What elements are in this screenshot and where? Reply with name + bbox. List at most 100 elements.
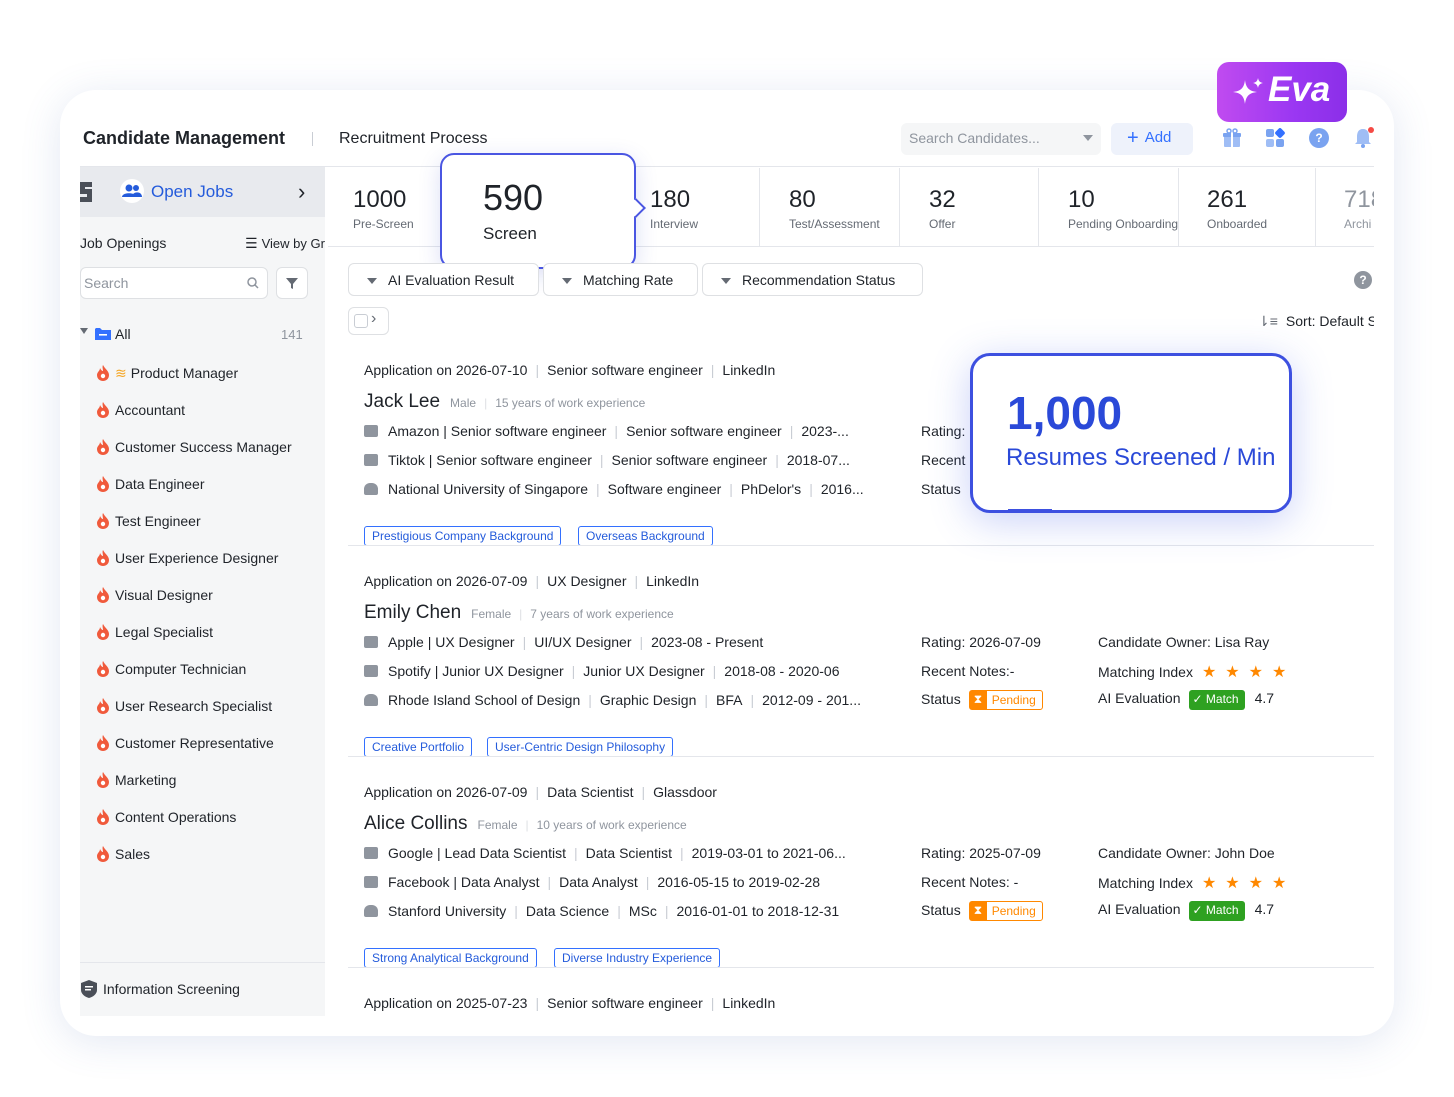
graduation-cap-icon: [364, 905, 378, 917]
flame-icon: [97, 513, 109, 529]
add-button-label: Add: [1144, 129, 1172, 146]
application-meta: Application on 2025-07-23 | Senior softwar…: [364, 995, 776, 1011]
eva-assistant-badge[interactable]: Eva: [1217, 62, 1347, 122]
job-item-label: Sales: [115, 846, 151, 862]
bulk-select-checkbox[interactable]: ›: [348, 307, 389, 335]
history-text: Rhode Island School of Design: [388, 692, 581, 708]
add-button[interactable]: + Add: [1111, 123, 1193, 155]
plus-icon: +: [1127, 127, 1139, 149]
search-candidates-input[interactable]: Search Candidates...: [901, 123, 1101, 155]
application-position: UX Designer: [547, 573, 627, 589]
briefcase-icon: [364, 876, 378, 888]
chevron-down-icon: [1083, 135, 1093, 141]
svg-text:?: ?: [1315, 131, 1322, 145]
pending-badge: ⧗ Pending: [968, 690, 1043, 710]
candidate-tag[interactable]: Creative Portfolio: [364, 737, 473, 757]
briefcase-icon: [364, 636, 378, 648]
stage-divider: [899, 168, 900, 246]
list-icon: ☰: [245, 235, 258, 251]
apps-icon[interactable]: [1264, 127, 1286, 149]
resumes-screened-callout: 1,000 Resumes Screened / Min: [970, 353, 1292, 513]
candidate-tag[interactable]: User-Centric Design Philosophy: [487, 737, 674, 757]
screening-icon: [81, 980, 97, 998]
bell-icon[interactable]: [1352, 127, 1374, 149]
status-field: Status: [921, 481, 961, 497]
application-meta: Application on 2026-07-10 | Senior softwar…: [364, 362, 776, 378]
filter-button[interactable]: [276, 267, 308, 299]
candidate-name[interactable]: Alice Collins: [364, 813, 467, 834]
chevron-right-icon[interactable]: ›: [298, 179, 305, 205]
history-text: Data Analyst: [559, 874, 638, 890]
caret-down-icon: [367, 278, 377, 284]
star-icon: ★: [1225, 664, 1240, 681]
match-badge-label: Match: [1205, 692, 1239, 706]
flame-icon: [97, 402, 109, 418]
gift-icon[interactable]: [1221, 127, 1243, 149]
history-text: Spotify | Junior UX Designer: [388, 663, 564, 679]
candidate-name-row: Alice Collins Female | 10 years of work exp…: [364, 813, 687, 834]
all-label: All: [115, 326, 131, 342]
view-by-group-toggle[interactable]: ☰ View by Gr: [245, 235, 325, 252]
history-text: 2023-...: [801, 423, 849, 439]
application-meta: Application on 2026-07-09 | UX Designer | Li…: [364, 573, 700, 589]
flame-icon: [97, 661, 109, 677]
ai-score: 4.7: [1254, 901, 1275, 917]
candidate-name[interactable]: Emily Chen: [364, 602, 461, 623]
sort-dropdown[interactable]: ⇂≡ Sort: Default S: [1258, 313, 1374, 330]
filter-ai-evaluation-result[interactable]: AI Evaluation Result: [348, 263, 539, 296]
job-search-input[interactable]: Search: [80, 267, 268, 299]
education-line: National University of Singapore | Softwar…: [364, 481, 864, 497]
history-text: 2018-08 - 2020-06: [724, 663, 840, 679]
status-label: Status: [921, 691, 961, 707]
education-line: Rhode Island School of Design | Graphic De…: [364, 692, 861, 708]
graduation-cap-icon: [364, 694, 378, 706]
candidate-tag[interactable]: Strong Analytical Background: [364, 948, 537, 968]
ai-score: 4.7: [1254, 690, 1275, 706]
history-text: 2019-03-01 to 2021-06...: [691, 845, 846, 861]
information-screening-item[interactable]: Information Screening: [80, 962, 325, 1016]
open-jobs-header[interactable]: Open Jobs ›: [80, 167, 325, 217]
flame-icon: [97, 735, 109, 751]
stage-count: 261: [1207, 186, 1248, 213]
candidate-tag[interactable]: Diverse Industry Experience: [554, 948, 721, 968]
work-history-line: Tiktok | Senior software engineer | Senior…: [364, 452, 850, 468]
candidate-card[interactable]: Application on 2025-07-23 | Senior softwar…: [348, 995, 1374, 1016]
candidate-tag[interactable]: Prestigious Company Background: [364, 526, 562, 546]
candidate-card[interactable]: Application on 2026-07-09 | Data Scientist…: [348, 784, 1374, 984]
filter-recommendation-status[interactable]: Recommendation Status: [702, 263, 923, 296]
stage-count: 718: [1344, 186, 1374, 213]
card-divider: [348, 967, 1374, 968]
candidate-name[interactable]: Jack Lee: [364, 391, 440, 412]
job-item-label: Customer Success Manager: [115, 439, 292, 455]
stage-label: Archi: [1344, 217, 1372, 231]
job-group-all[interactable]: All 141: [80, 324, 325, 344]
stage-screen-selected[interactable]: 590 Screen: [440, 153, 646, 269]
stage-label: Pre-Screen: [353, 217, 414, 231]
sort-icon: ⇂≡: [1258, 313, 1278, 329]
card-divider: [348, 756, 1374, 757]
sparkle-icon: [1233, 78, 1263, 104]
star-icon: ★: [1225, 875, 1240, 892]
help-icon[interactable]: ?: [1354, 271, 1372, 289]
caret-down-icon: [562, 278, 572, 284]
flame-icon: [97, 624, 109, 640]
candidate-tag[interactable]: Overseas Background: [578, 526, 713, 546]
star-icon: ★: [1201, 664, 1217, 681]
history-text: Stanford University: [388, 903, 507, 919]
work-history-line: Apple | UX Designer | UI/UX Designer | 2023-…: [364, 634, 763, 650]
job-search-placeholder: Search: [84, 275, 129, 291]
application-date: Application on 2026-07-10: [364, 362, 528, 378]
stage-count: 1000: [353, 186, 407, 213]
history-text: Data Scientist: [585, 845, 672, 861]
flame-icon: [97, 476, 109, 492]
help-circle-icon[interactable]: ?: [1308, 127, 1330, 149]
tab-recruitment-process[interactable]: Recruitment Process: [339, 130, 488, 148]
check-circle-icon: ✓: [1192, 692, 1203, 706]
caret-down-icon: [721, 278, 731, 284]
app-card: Candidate Management Recruitment Process…: [60, 90, 1394, 1036]
stage-label: Test/Assessment: [789, 217, 880, 231]
filter-matching-rate[interactable]: Matching Rate: [543, 263, 698, 296]
star-icon: ★: [1271, 664, 1287, 681]
candidate-card[interactable]: Application on 2026-07-09 | UX Designer | Li…: [348, 573, 1374, 773]
stage-divider: [759, 168, 760, 246]
